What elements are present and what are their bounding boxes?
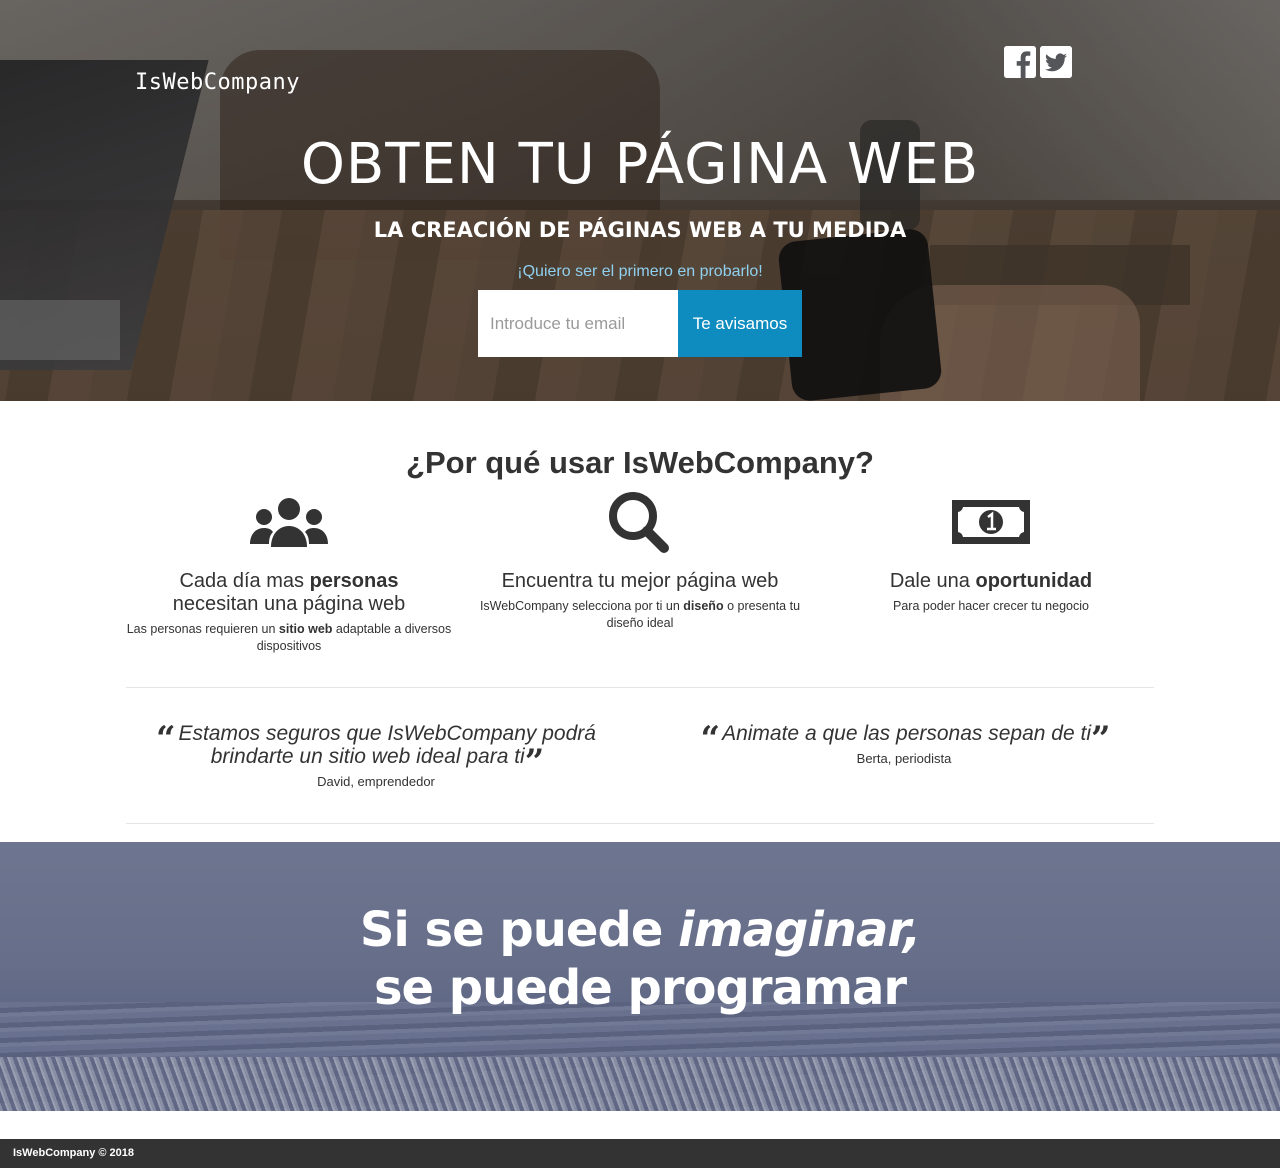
slogan-banner: Si se puede imaginar, se puede programar — [0, 842, 1280, 1111]
notify-button[interactable]: Te avisamos — [678, 290, 802, 357]
money-icon — [821, 492, 1161, 552]
testimonial-david: “ Estamos seguros que IsWebCompany podrá… — [126, 722, 626, 789]
testimonial-author: David, emprendedor — [317, 774, 435, 789]
feature-encuentra: Encuentra tu mejor página web IsWebCompa… — [470, 492, 810, 632]
testimonial-quote: “ Animate a que las personas sepan de ti… — [700, 719, 1110, 759]
testimonial-author: Berta, periodista — [856, 751, 952, 766]
email-input[interactable] — [478, 290, 678, 357]
slogan-line-2: se puede programar — [373, 960, 907, 1016]
footer: IsWebCompany © 2018 — [0, 1139, 1280, 1168]
testimonial-berta: “ Animate a que las personas sepan de ti… — [654, 722, 1154, 766]
twitter-icon[interactable] — [1040, 46, 1072, 78]
testimonial-quote: “ Estamos seguros que IsWebCompany podrá… — [156, 719, 596, 782]
feature-heading: Dale una oportunidad — [889, 570, 1093, 592]
divider — [126, 823, 1154, 824]
search-icon — [470, 492, 810, 553]
feature-heading: Encuentra tu mejor página web — [501, 570, 779, 592]
why-section-title: ¿Por qué usar IsWebCompany? — [406, 445, 874, 480]
banner-background-grass — [0, 1057, 1280, 1111]
feature-text: Para poder hacer crecer tu negocio — [893, 599, 1089, 613]
hero-cta-text: ¡Quiero ser el primero en probarlo! — [517, 263, 763, 280]
open-quote-icon: “ — [700, 719, 719, 759]
footer-copyright: IsWebCompany © 2018 — [13, 1147, 134, 1159]
feature-heading: Cada día mas personas necesitan una pági… — [172, 570, 406, 615]
open-quote-icon: “ — [156, 719, 175, 759]
close-quote-icon: ” — [1090, 719, 1110, 759]
feature-oportunidad: Dale una oportunidad Para poder hacer cr… — [821, 492, 1161, 615]
social-links — [1004, 46, 1072, 78]
hero-title: OBTEN TU PÁGINA WEB — [300, 132, 980, 197]
feature-text: Las personas requieren un sitio web adap… — [126, 622, 452, 653]
close-quote-icon: ” — [524, 742, 544, 782]
site-logo[interactable]: IsWebCompany — [135, 70, 300, 95]
feature-personas: Cada día mas personas necesitan una pági… — [119, 492, 459, 655]
hero-subtitle: LA CREACIÓN DE PÁGINAS WEB A TU MEDIDA — [373, 218, 907, 242]
divider — [126, 687, 1154, 688]
feature-text: IsWebCompany selecciona por ti un diseño… — [479, 599, 801, 630]
signup-form: Te avisamos — [478, 290, 802, 357]
users-icon — [119, 492, 459, 552]
hero-section: IsWebCompany OBTEN TU PÁGINA WEB LA CREA… — [0, 0, 1280, 401]
facebook-icon[interactable] — [1004, 46, 1036, 78]
slogan-line-1: Si se puede imaginar, — [359, 902, 921, 958]
